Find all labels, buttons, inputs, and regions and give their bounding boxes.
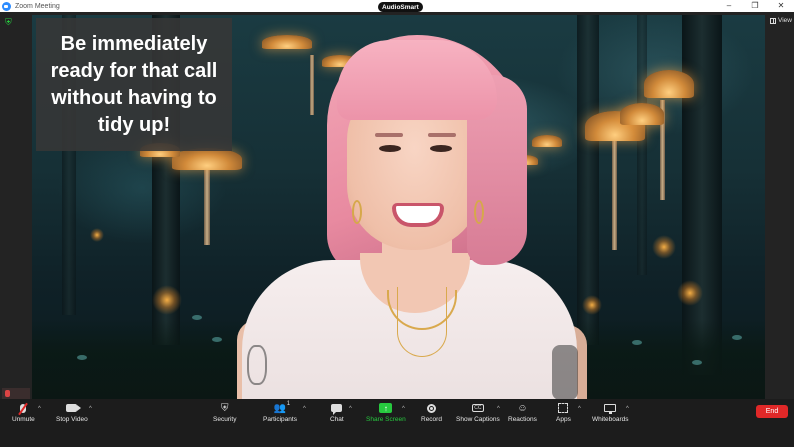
chat-options-caret[interactable]: ^ bbox=[349, 406, 352, 412]
tattoo bbox=[552, 345, 578, 399]
mushroom-cap bbox=[620, 103, 664, 125]
apps-label: Apps bbox=[556, 416, 571, 423]
light-orb bbox=[677, 280, 703, 306]
mushroom-stem bbox=[204, 165, 210, 245]
captions-icon: CC bbox=[471, 404, 484, 412]
chat-bubble-icon bbox=[331, 404, 343, 415]
security-label: Security bbox=[213, 416, 237, 423]
participants-button[interactable]: 👥 1 Participants bbox=[263, 401, 297, 423]
leaf bbox=[77, 355, 87, 360]
participants-count: 1 bbox=[286, 401, 291, 407]
chat-button[interactable]: Chat bbox=[330, 402, 344, 423]
shield-icon[interactable]: ⛨ bbox=[5, 17, 15, 27]
share-options-caret[interactable]: ^ bbox=[402, 406, 405, 412]
audio-options-caret[interactable]: ^ bbox=[38, 406, 41, 412]
whiteboards-button[interactable]: Whiteboards bbox=[592, 402, 629, 423]
hair-fringe bbox=[337, 40, 497, 120]
earring bbox=[474, 200, 484, 224]
captions-options-caret[interactable]: ^ bbox=[497, 406, 500, 412]
record-label: Record bbox=[421, 416, 442, 423]
whiteboard-icon bbox=[604, 404, 617, 414]
whiteboards-options-caret[interactable]: ^ bbox=[626, 406, 629, 412]
share-screen-button[interactable]: ↑ Share Screen bbox=[366, 402, 406, 423]
smiley-icon: ☺ bbox=[517, 402, 528, 414]
left-eye bbox=[379, 145, 401, 152]
right-eyebrow bbox=[428, 133, 456, 137]
minimize-button[interactable]: – bbox=[716, 0, 742, 12]
stop-video-button[interactable]: Stop Video bbox=[56, 402, 88, 423]
apps-options-caret[interactable]: ^ bbox=[578, 406, 581, 412]
security-button[interactable]: ⛨ Security bbox=[213, 402, 237, 424]
close-button[interactable]: ✕ bbox=[768, 0, 794, 12]
share-screen-label: Share Screen bbox=[366, 416, 406, 423]
record-icon bbox=[426, 403, 436, 413]
record-button[interactable]: Record bbox=[421, 402, 442, 423]
light-orb bbox=[652, 235, 676, 259]
view-button[interactable]: View bbox=[770, 17, 792, 24]
participants-options-caret[interactable]: ^ bbox=[303, 406, 306, 412]
promo-caption: Be immediately ready for that call witho… bbox=[36, 18, 232, 151]
unmute-label: Unmute bbox=[12, 416, 35, 423]
light-orb bbox=[90, 228, 104, 242]
reactions-label: Reactions bbox=[508, 416, 537, 423]
participants-label: Participants bbox=[263, 416, 297, 423]
leaf bbox=[192, 315, 202, 320]
earring bbox=[352, 200, 362, 224]
self-view-thumbnail[interactable] bbox=[2, 388, 30, 399]
whiteboards-label: Whiteboards bbox=[592, 416, 629, 423]
show-captions-button[interactable]: CC Show Captions bbox=[456, 402, 500, 423]
video-options-caret[interactable]: ^ bbox=[89, 406, 92, 412]
share-screen-icon: ↑ bbox=[379, 403, 393, 413]
apps-icon bbox=[558, 403, 569, 413]
shield-icon: ⛨ bbox=[220, 402, 229, 414]
window-title: Zoom Meeting bbox=[15, 2, 60, 10]
tattoo bbox=[247, 345, 267, 385]
left-eyebrow bbox=[375, 133, 403, 137]
right-margin: View bbox=[765, 12, 794, 399]
right-eye bbox=[430, 145, 452, 152]
stop-video-label: Stop Video bbox=[56, 416, 88, 423]
apps-button[interactable]: Apps bbox=[556, 402, 571, 423]
camera-icon bbox=[66, 404, 82, 412]
reactions-button[interactable]: ☺ Reactions bbox=[508, 402, 537, 424]
unmute-button[interactable]: Unmute bbox=[12, 402, 35, 423]
audiosmart-badge[interactable]: AudioSmart bbox=[378, 2, 423, 12]
chat-label: Chat bbox=[330, 416, 344, 423]
participants-icon: 👥 bbox=[273, 402, 287, 414]
microphone-muted-icon bbox=[20, 403, 27, 413]
participant-person bbox=[237, 25, 592, 399]
window-controls: – ❐ ✕ bbox=[716, 0, 794, 12]
captions-label: Show Captions bbox=[456, 416, 500, 423]
zoom-logo-icon bbox=[2, 1, 11, 11]
video-feed: Be immediately ready for that call witho… bbox=[32, 15, 765, 399]
meeting-toolbar: Unmute ^ Stop Video ^ ⛨ Security 👥 1 Part… bbox=[0, 399, 794, 447]
muted-mic-icon bbox=[5, 390, 10, 397]
leaf bbox=[632, 340, 642, 345]
necklace bbox=[397, 287, 447, 357]
end-meeting-button[interactable]: End bbox=[756, 405, 788, 418]
maximize-button[interactable]: ❐ bbox=[742, 0, 768, 12]
mushroom-cap bbox=[644, 70, 694, 98]
light-orb bbox=[152, 285, 182, 315]
leaf bbox=[732, 335, 742, 340]
leaf bbox=[692, 360, 702, 365]
left-margin: ⛨ bbox=[0, 12, 32, 399]
leaf bbox=[212, 337, 222, 342]
grid-icon bbox=[770, 17, 777, 24]
mushroom-stem bbox=[612, 140, 617, 250]
tree-trunk bbox=[637, 15, 647, 275]
mushroom-cap bbox=[172, 148, 242, 170]
view-label: View bbox=[778, 17, 792, 24]
